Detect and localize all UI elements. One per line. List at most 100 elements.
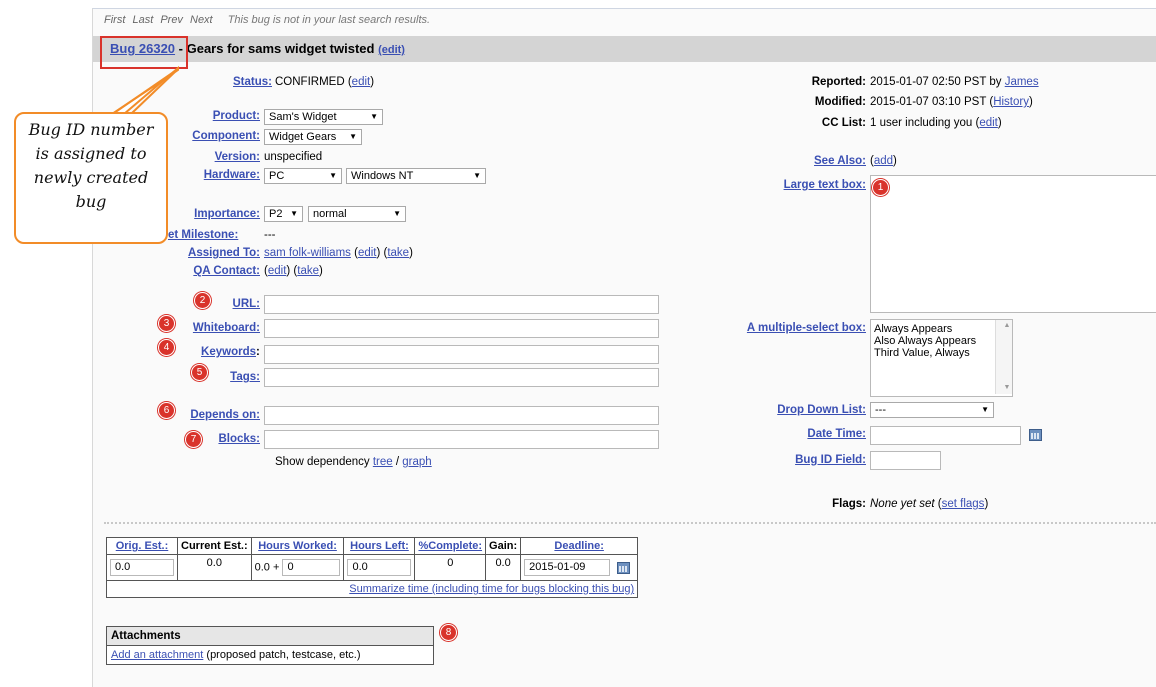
severity-select[interactable]: normal ▼ bbox=[308, 206, 406, 222]
reported-text: 2015-01-07 02:50 PST by bbox=[870, 76, 1002, 88]
depends-input[interactable] bbox=[264, 406, 659, 425]
attachments-title: Attachments bbox=[107, 627, 433, 646]
flags-label: Flags: bbox=[832, 498, 866, 510]
attachments-row: Add an attachment (proposed patch, testc… bbox=[107, 646, 433, 664]
large-text-box[interactable] bbox=[870, 175, 1156, 313]
datetime-label[interactable]: Date Time: bbox=[807, 428, 866, 440]
assigned-label[interactable]: Assigned To: bbox=[188, 247, 260, 259]
hours-left-input[interactable]: 0.0 bbox=[347, 559, 412, 576]
status-edit-link[interactable]: edit bbox=[352, 76, 371, 88]
component-select[interactable]: Widget Gears ▼ bbox=[264, 129, 362, 145]
deadline-input[interactable]: 2015-01-09 bbox=[524, 559, 611, 576]
marker-3: 3 bbox=[158, 315, 175, 332]
version-label[interactable]: Version: bbox=[215, 151, 260, 163]
priority-select[interactable]: P2 ▼ bbox=[264, 206, 303, 222]
severity-value: normal bbox=[313, 208, 347, 220]
dependency-separator: / bbox=[395, 456, 400, 468]
importance-label[interactable]: Importance: bbox=[194, 208, 260, 220]
assigned-take-link[interactable]: take bbox=[387, 247, 409, 259]
history-link[interactable]: History bbox=[993, 96, 1029, 108]
hours-left-header[interactable]: Hours Left: bbox=[343, 537, 416, 555]
percent-complete-header[interactable]: %Complete: bbox=[414, 537, 487, 555]
datetime-input[interactable] bbox=[870, 426, 1021, 445]
hardware-label[interactable]: Hardware: bbox=[204, 169, 260, 181]
hours-worked-header[interactable]: Hours Worked: bbox=[250, 537, 345, 555]
callout-line: is assigned to bbox=[35, 144, 147, 163]
qa-take-link[interactable]: take bbox=[297, 265, 319, 277]
tags-input[interactable] bbox=[264, 368, 659, 387]
see-also-add-link[interactable]: add bbox=[874, 155, 893, 167]
dependency-graph-link[interactable]: graph bbox=[402, 456, 431, 468]
keywords-input[interactable] bbox=[264, 345, 659, 364]
dependency-tree-link[interactable]: tree bbox=[373, 456, 393, 468]
add-attachment-link[interactable]: Add an attachment bbox=[111, 649, 203, 661]
marker-1: 1 bbox=[872, 179, 889, 196]
url-label[interactable]: URL: bbox=[233, 298, 260, 310]
chevron-down-icon: ▼ bbox=[393, 209, 401, 218]
dropdown-label[interactable]: Drop Down List: bbox=[777, 404, 866, 416]
milestone-label[interactable]: et Milestone: bbox=[168, 229, 238, 241]
deadline-header[interactable]: Deadline: bbox=[520, 537, 639, 555]
hours-worked-input[interactable]: 0 bbox=[282, 559, 341, 576]
status-value: CONFIRMED (edit) bbox=[275, 76, 375, 88]
summarize-time-link[interactable]: Summarize time (including time for bugs … bbox=[349, 583, 634, 595]
hours-worked-value: 0.0 + bbox=[254, 561, 280, 574]
multi-select-box[interactable]: Always Appears Also Always Appears Third… bbox=[870, 319, 1013, 397]
multi-select-label[interactable]: A multiple-select box: bbox=[747, 322, 866, 334]
dropdown-value: --- bbox=[875, 404, 886, 416]
product-label[interactable]: Product: bbox=[213, 110, 260, 122]
keywords-label[interactable]: Keywords bbox=[201, 346, 256, 358]
calendar-icon[interactable] bbox=[1029, 429, 1042, 441]
orig-est-input[interactable]: 0.0 bbox=[110, 559, 174, 576]
product-select[interactable]: Sam's Widget ▼ bbox=[264, 109, 383, 125]
calendar-icon[interactable] bbox=[617, 561, 631, 574]
tags-label[interactable]: Tags: bbox=[230, 371, 260, 383]
component-label[interactable]: Component: bbox=[192, 130, 260, 142]
cc-edit-link[interactable]: edit bbox=[979, 117, 998, 129]
reporter-link[interactable]: James bbox=[1005, 76, 1039, 88]
os-select[interactable]: Windows NT ▼ bbox=[346, 168, 486, 184]
chevron-down-icon: ▼ bbox=[349, 132, 357, 141]
depends-label[interactable]: Depends on: bbox=[190, 409, 260, 421]
dropdown-select[interactable]: --- ▼ bbox=[870, 402, 994, 418]
assignee-link[interactable]: sam folk-williams bbox=[264, 247, 351, 259]
multi-option[interactable]: Third Value, Always bbox=[871, 347, 1012, 359]
multi-option[interactable]: Always Appears bbox=[871, 323, 1012, 335]
bug-id-field-input[interactable] bbox=[870, 451, 941, 470]
scroll-up-icon[interactable]: ▲ bbox=[999, 320, 1012, 332]
url-input[interactable] bbox=[264, 295, 659, 314]
percent-complete-value: 0 bbox=[414, 554, 487, 581]
dependency-text: Show dependency bbox=[275, 456, 370, 468]
modified-text: 2015-01-07 03:10 PST bbox=[870, 96, 987, 108]
scrollbar[interactable]: ▲ ▼ bbox=[995, 320, 1012, 394]
marker-7: 7 bbox=[185, 431, 202, 448]
reported-label: Reported: bbox=[811, 76, 866, 88]
blocks-input[interactable] bbox=[264, 430, 659, 449]
whiteboard-input[interactable] bbox=[264, 319, 659, 338]
marker-5: 5 bbox=[191, 364, 208, 381]
callout-line: Bug ID number bbox=[28, 120, 154, 139]
flags-text: None yet set bbox=[870, 498, 935, 510]
whiteboard-label[interactable]: Whiteboard: bbox=[193, 322, 260, 334]
set-flags-link[interactable]: set flags bbox=[942, 498, 985, 510]
multi-option[interactable]: Also Always Appears bbox=[871, 335, 1012, 347]
add-attachment-note: (proposed patch, testcase, etc.) bbox=[206, 649, 361, 661]
hardware-select[interactable]: PC ▼ bbox=[264, 168, 342, 184]
bug-id-field-label[interactable]: Bug ID Field: bbox=[795, 454, 866, 466]
qa-label[interactable]: QA Contact: bbox=[193, 265, 260, 277]
edit-summary-link[interactable]: (edit) bbox=[378, 44, 405, 56]
see-also-label[interactable]: See Also: bbox=[814, 155, 866, 167]
scroll-down-icon[interactable]: ▼ bbox=[999, 382, 1012, 394]
blocks-label[interactable]: Blocks: bbox=[218, 433, 260, 445]
gain-value: 0.0 bbox=[485, 554, 522, 581]
status-label[interactable]: Status: bbox=[233, 76, 272, 88]
current-est-value: 0.0 bbox=[177, 554, 252, 581]
orig-est-header[interactable]: Orig. Est.: bbox=[106, 537, 178, 555]
large-text-label[interactable]: Large text box: bbox=[784, 179, 866, 191]
assigned-value: sam folk-williams (edit) (take) bbox=[264, 247, 413, 259]
section-divider bbox=[104, 522, 1156, 524]
keywords-colon: : bbox=[256, 346, 260, 358]
cc-text: 1 user including you bbox=[870, 117, 973, 129]
qa-edit-link[interactable]: edit bbox=[268, 265, 287, 277]
assigned-edit-link[interactable]: edit bbox=[358, 247, 377, 259]
